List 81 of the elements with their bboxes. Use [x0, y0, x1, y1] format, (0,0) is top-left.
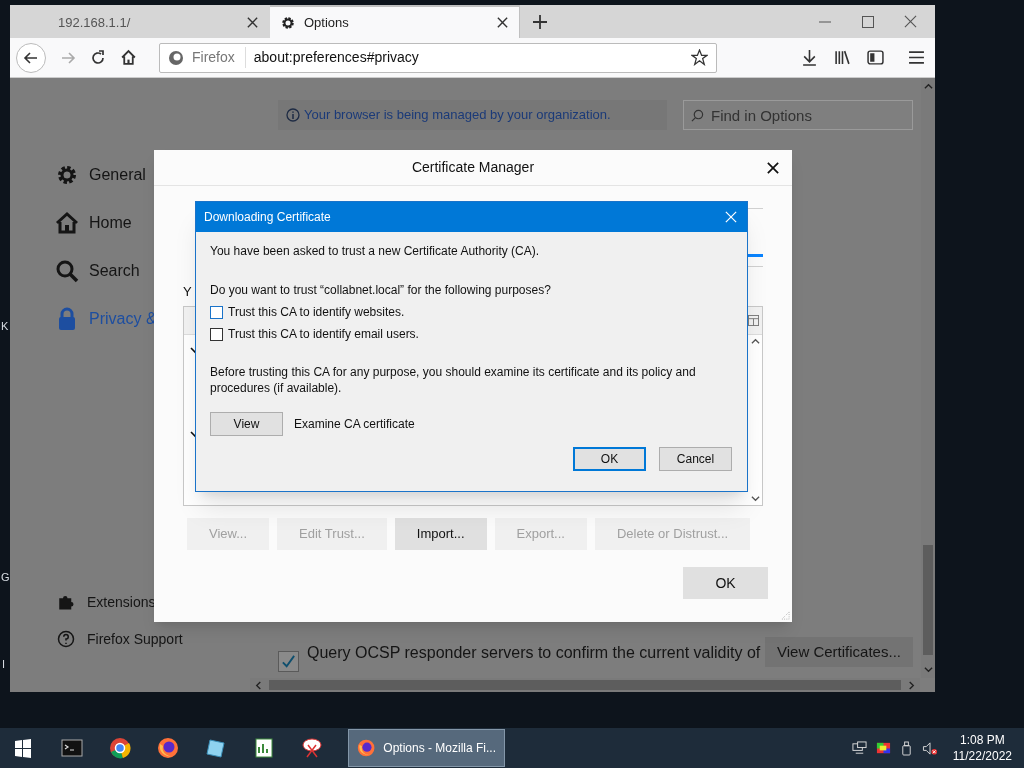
- question-text: Do you want to trust “collabnet.local” for the following purposes?: [210, 282, 552, 298]
- dialog-button[interactable]: OK: [573, 447, 646, 471]
- speaker-muted-icon[interactable]: [921, 740, 938, 756]
- scroll-down-icon[interactable]: [923, 665, 933, 674]
- desktop-icon-label[interactable]: K: [1, 320, 9, 333]
- scroll-left-icon[interactable]: [254, 680, 263, 690]
- gear-icon: [55, 163, 79, 187]
- dialog-button[interactable]: Cancel: [659, 447, 732, 471]
- sidebar-item[interactable]: Home: [55, 210, 161, 236]
- find-in-options-field[interactable]: Find in Options: [683, 100, 913, 130]
- certificate-action-button[interactable]: Import...: [394, 518, 487, 550]
- sidebar-link[interactable]: Extensions: [57, 592, 183, 612]
- sidebar-item[interactable]: Search: [55, 258, 161, 284]
- resize-grip-icon[interactable]: [781, 611, 790, 620]
- chrome-icon[interactable]: [109, 737, 131, 759]
- firefox-icon[interactable]: [157, 737, 179, 759]
- view-certificates-button[interactable]: View Certificates...: [765, 637, 913, 667]
- house-icon: [55, 211, 79, 235]
- url-text: about:preferences#privacy: [253, 48, 420, 67]
- download-icon[interactable]: [801, 49, 818, 66]
- column-picker-icon[interactable]: [748, 315, 759, 326]
- close-icon[interactable]: [767, 162, 779, 174]
- sidebar-link[interactable]: Firefox Support: [57, 629, 183, 649]
- examine-certificate-label: Examine CA certificate: [294, 416, 415, 433]
- selected-tab-indicator: [748, 254, 763, 257]
- puzzle-piece-icon: [57, 593, 75, 611]
- sidebar-icon[interactable]: [867, 49, 884, 66]
- desktop-icon-label[interactable]: I: [2, 658, 6, 671]
- partial-description-text: Y: [183, 283, 192, 301]
- home-icon[interactable]: [120, 49, 137, 66]
- close-icon[interactable]: [246, 16, 259, 29]
- intro-text: You have been asked to trust a new Certificate Authority (CA).: [210, 243, 541, 259]
- search-icon: [691, 109, 704, 122]
- dialog-title: Certificate Manager: [411, 158, 535, 177]
- trust-checkbox[interactable]: [210, 305, 223, 319]
- notepad-icon[interactable]: [205, 737, 227, 759]
- browser-tab[interactable]: Options: [270, 5, 520, 38]
- site-identity-label: Firefox: [192, 47, 246, 68]
- firefox-logo-icon: [168, 49, 184, 66]
- clock[interactable]: 1:08 PM 11/22/2022: [952, 732, 1012, 764]
- library-icon[interactable]: [834, 49, 851, 66]
- star-icon[interactable]: [691, 49, 708, 66]
- ocsp-option-label: Query OCSP responder servers to confirm the current validity of: [307, 643, 761, 663]
- dialog-title: Downloading Certificate: [204, 209, 331, 226]
- taskbar-window-button[interactable]: Options - Mozilla Fi...: [348, 729, 505, 767]
- network-icon[interactable]: [851, 740, 867, 756]
- color-display-icon[interactable]: [875, 740, 891, 756]
- menu-icon[interactable]: [908, 49, 925, 66]
- desktop-icon-label[interactable]: G: [1, 571, 10, 584]
- sidebar-item[interactable]: General: [55, 162, 161, 188]
- checkbox-label: Trust this CA to identify email users.: [228, 326, 419, 342]
- back-arrow-icon: [23, 49, 39, 66]
- checkmark-icon: [281, 654, 296, 669]
- managed-notice-text: Your browser is being managed by your organization.: [304, 106, 611, 125]
- gear-icon: [280, 14, 296, 31]
- firefox-icon: [357, 737, 376, 759]
- close-icon[interactable]: [496, 16, 509, 29]
- scissors-icon[interactable]: [301, 737, 323, 759]
- ok-button[interactable]: OK: [683, 567, 768, 599]
- spreadsheet-icon[interactable]: [253, 737, 275, 759]
- scroll-down-icon[interactable]: [751, 494, 760, 503]
- plus-icon[interactable]: [532, 13, 548, 30]
- scroll-right-icon[interactable]: [907, 680, 916, 690]
- scrollbar-thumb[interactable]: [923, 545, 933, 655]
- scroll-up-icon[interactable]: [751, 337, 760, 346]
- terminal-icon[interactable]: [61, 737, 83, 759]
- advice-text: Before trusting this CA for any purpose, you should examine its certificate and its policy and procedures (if available).: [210, 364, 697, 396]
- usb-drive-icon[interactable]: [899, 740, 913, 756]
- trust-checkbox[interactable]: [210, 327, 223, 341]
- ocsp-checkbox[interactable]: [278, 651, 299, 672]
- scroll-up-icon[interactable]: [923, 82, 933, 91]
- back-button[interactable]: [16, 42, 46, 73]
- question-mark-icon: [57, 630, 75, 648]
- search-icon: [55, 259, 79, 283]
- address-bar[interactable]: Firefox about:preferences#privacy: [159, 42, 717, 73]
- checkbox-label: Trust this CA to identify websites.: [228, 304, 405, 320]
- scrollbar-thumb[interactable]: [269, 680, 901, 690]
- reload-icon[interactable]: [90, 49, 106, 66]
- maximize-icon[interactable]: [862, 15, 874, 28]
- view-button[interactable]: View: [210, 412, 283, 436]
- info-icon: [286, 108, 300, 122]
